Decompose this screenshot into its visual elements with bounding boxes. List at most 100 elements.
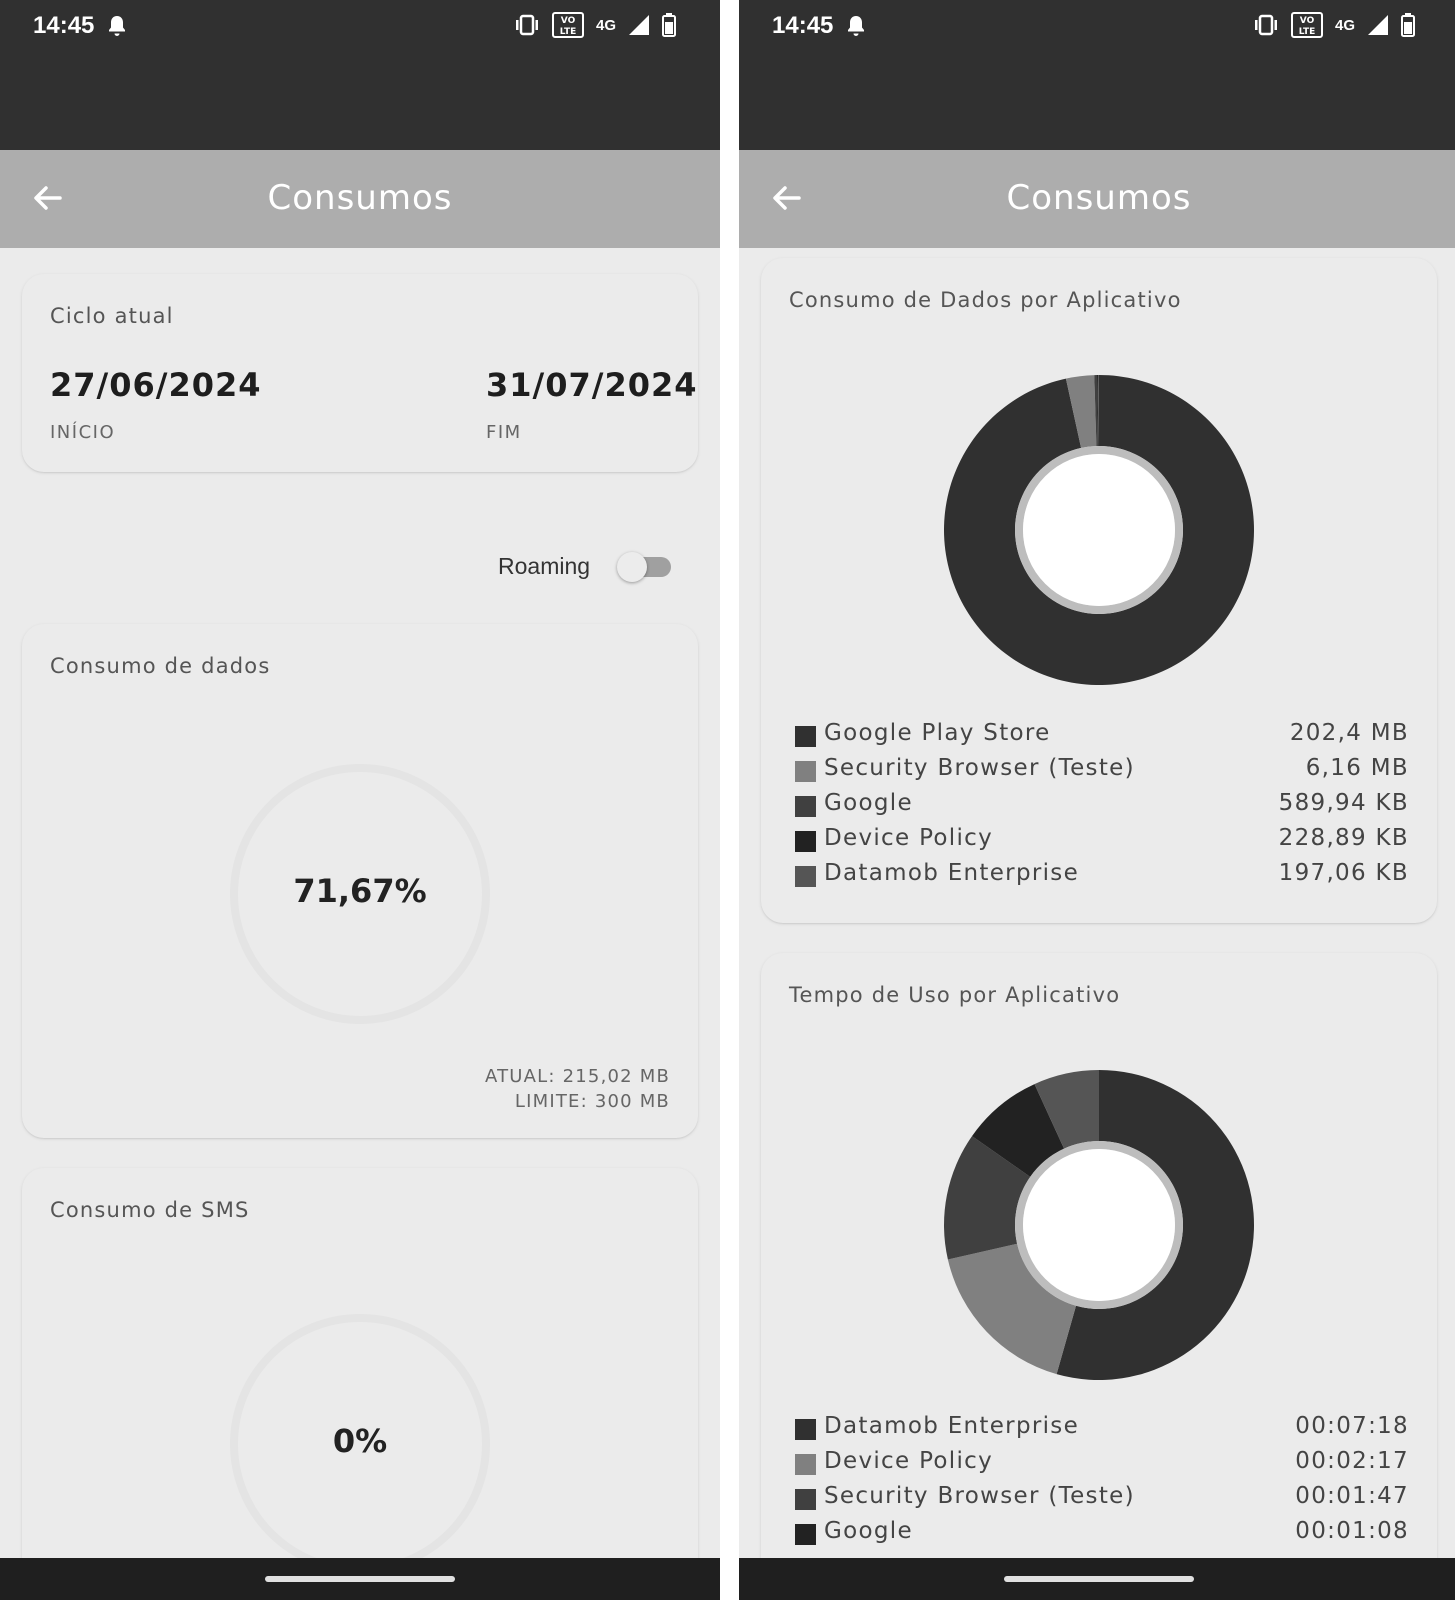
cycle-start-date: 27/06/2024	[50, 366, 262, 404]
cycle-card: Ciclo atual 27/06/2024 INÍCIO 31/07/2024…	[22, 274, 698, 472]
legend-value: 6,16 MB	[1305, 755, 1409, 781]
legend-swatch	[795, 1454, 816, 1475]
legend-swatch	[795, 1524, 816, 1545]
sms-usage-title: Consumo de SMS	[50, 1198, 250, 1222]
legend-label: Google Play Store	[824, 720, 1051, 746]
roaming-toggle[interactable]	[617, 552, 673, 582]
status-bar: 14:45 VO LTE 4G	[739, 0, 1455, 150]
legend-label: Datamob Enterprise	[824, 1413, 1080, 1439]
legend-item[interactable]: Google Play Store 202,4 MB	[795, 720, 1409, 755]
donut-hole	[1023, 454, 1175, 606]
phone-screen-left: 14:45 VO LTE 4G Consumos Ciclo atual 27/0…	[0, 0, 720, 1600]
data-usage-summary: ATUAL: 215,02 MB LIMITE: 300 MB	[485, 1064, 670, 1114]
donut-hole	[1023, 1149, 1175, 1301]
legend-item[interactable]: Security Browser (Teste) 6,16 MB	[795, 755, 1409, 790]
atual-label: ATUAL:	[484, 1066, 556, 1087]
sms-usage-gauge: 0%	[228, 1312, 492, 1576]
data-by-app-title: Consumo de Dados por Aplicativo	[789, 288, 1182, 312]
legend-item[interactable]: Datamob Enterprise 00:07:18	[795, 1413, 1409, 1448]
limite-value: 300 MB	[594, 1091, 670, 1112]
volte-icon: VOLTE	[551, 12, 584, 38]
svg-text:VO: VO	[1300, 16, 1315, 26]
legend-label: Security Browser (Teste)	[824, 1483, 1135, 1509]
cycle-end-date: 31/07/2024	[486, 366, 698, 404]
legend-label: Google	[824, 1518, 913, 1544]
app-bar: Consumos	[739, 150, 1455, 248]
system-icons: VO LTE 4G	[514, 12, 676, 38]
roaming-label: Roaming	[498, 553, 591, 579]
data-usage-percent: 71,67%	[293, 872, 427, 910]
legend-item[interactable]: Datamob Enterprise 197,06 KB	[795, 860, 1409, 895]
legend-swatch	[795, 761, 816, 782]
legend-swatch	[795, 726, 816, 747]
notification-bell-icon	[846, 14, 866, 42]
page-title: Consumos	[267, 178, 453, 218]
time-by-app-title: Tempo de Uso por Aplicativo	[789, 983, 1121, 1007]
data-by-app-card: Consumo de Dados por Aplicativo Google P…	[761, 258, 1437, 923]
legend-swatch	[795, 831, 816, 852]
battery-icon	[1401, 13, 1415, 37]
status-bar: 14:45 VO LTE 4G	[0, 0, 720, 150]
legend-label: Device Policy	[824, 825, 994, 851]
legend-label: Datamob Enterprise	[824, 860, 1080, 886]
cycle-end-caption: FIM	[486, 422, 522, 443]
home-gesture-handle[interactable]	[265, 1576, 455, 1582]
cycle-title: Ciclo atual	[50, 304, 174, 328]
legend-value: 00:07:18	[1295, 1413, 1409, 1439]
status-time: 14:45	[33, 12, 95, 39]
legend-label: Device Policy	[824, 1448, 994, 1474]
legend-swatch	[795, 796, 816, 817]
legend-value: 228,89 KB	[1278, 825, 1409, 851]
svg-text:LTE: LTE	[1299, 27, 1316, 37]
legend-value: 00:01:47	[1295, 1483, 1409, 1509]
legend-item[interactable]: Google 589,94 KB	[795, 790, 1409, 825]
time-by-app-donut-chart	[944, 1070, 1254, 1380]
limite-label: LIMITE:	[514, 1091, 588, 1112]
volte-icon: VOLTE	[1290, 12, 1323, 38]
svg-text:VO: VO	[561, 16, 576, 26]
legend-value: 00:01:08	[1295, 1518, 1409, 1544]
network-type: 4G	[595, 16, 616, 34]
legend-label: Google	[824, 790, 913, 816]
legend-value: 202,4 MB	[1289, 720, 1409, 746]
legend-swatch	[795, 866, 816, 887]
data-by-app-donut-chart	[943, 375, 1254, 685]
phone-screen-right: 14:45 VO LTE 4G Consumos Consumo de Dados…	[739, 0, 1455, 1600]
cycle-start-caption: INÍCIO	[50, 422, 116, 443]
battery-icon	[662, 13, 676, 37]
signal-icon	[629, 15, 649, 35]
page-title: Consumos	[1006, 178, 1192, 218]
data-usage-card: Consumo de dados 71,67% ATUAL: 215,02 MB…	[22, 624, 698, 1138]
legend-swatch	[795, 1489, 816, 1510]
data-by-app-legend: Google Play Store 202,4 MB Security Browse…	[795, 720, 1409, 895]
navigation-bar	[0, 1558, 720, 1600]
sms-usage-percent: 0%	[332, 1422, 388, 1460]
legend-swatch	[795, 1419, 816, 1440]
network-type: 4G	[1334, 16, 1355, 34]
time-by-app-legend: Datamob Enterprise 00:07:18 Device Policy 0…	[795, 1413, 1409, 1553]
legend-item[interactable]: Device Policy 228,89 KB	[795, 825, 1409, 860]
notification-bell-icon	[107, 14, 127, 42]
roaming-toggle-thumb	[617, 552, 647, 582]
legend-label: Security Browser (Teste)	[824, 755, 1135, 781]
data-usage-gauge: 71,67%	[228, 762, 492, 1026]
home-gesture-handle[interactable]	[1004, 1576, 1194, 1582]
status-time: 14:45	[772, 12, 834, 39]
sms-usage-card: Consumo de SMS 0%	[22, 1168, 698, 1600]
system-icons: VO LTE 4G	[1253, 12, 1415, 38]
data-usage-title: Consumo de dados	[50, 654, 271, 678]
navigation-bar	[739, 1558, 1455, 1600]
time-by-app-card: Tempo de Uso por Aplicativo Datamob Ente…	[761, 953, 1437, 1600]
legend-item[interactable]: Google 00:01:08	[795, 1518, 1409, 1553]
vibrate-icon	[515, 14, 538, 36]
legend-value: 197,06 KB	[1278, 860, 1409, 886]
app-bar: Consumos	[0, 150, 720, 248]
vibrate-icon	[1254, 14, 1277, 36]
signal-icon	[1368, 15, 1388, 35]
atual-value: 215,02 MB	[562, 1066, 670, 1087]
legend-value: 00:02:17	[1295, 1448, 1409, 1474]
legend-value: 589,94 KB	[1278, 790, 1409, 816]
legend-item[interactable]: Device Policy 00:02:17	[795, 1448, 1409, 1483]
legend-item[interactable]: Security Browser (Teste) 00:01:47	[795, 1483, 1409, 1518]
svg-text:LTE: LTE	[560, 27, 577, 37]
